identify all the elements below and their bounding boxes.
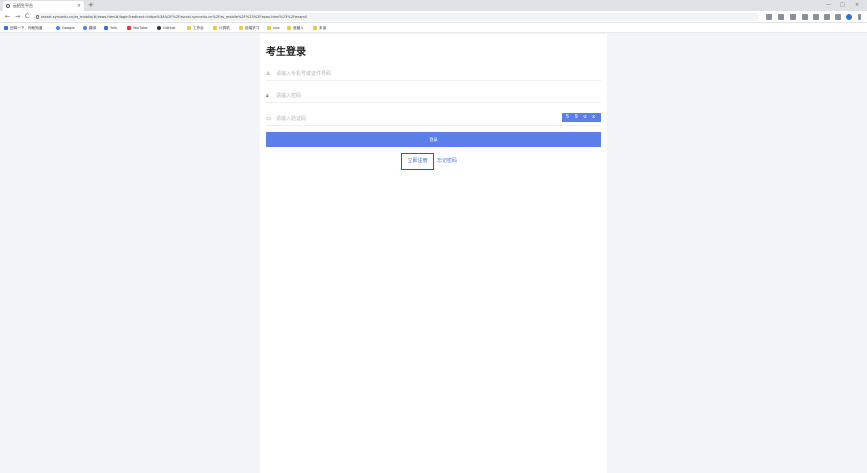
bookmark-item[interactable]: YouTube: [127, 23, 148, 33]
captcha-input[interactable]: 请输入验证码: [276, 115, 306, 122]
captcha-image[interactable]: 5 9 u x: [562, 113, 601, 122]
bookmark-folder[interactable]: 工作台: [187, 23, 204, 33]
folder-icon: [287, 26, 291, 30]
new-tab-button[interactable]: +: [88, 0, 94, 11]
google-icon: [56, 26, 60, 30]
sidebar-icon[interactable]: [835, 14, 841, 20]
bookmark-folder[interactable]: 收藏人: [287, 23, 304, 33]
address-url: zsrzxt.syncedu.cn/zs_mobile/#/zsws.html#…: [41, 15, 307, 19]
folder-icon: [187, 26, 191, 30]
bookmark-item[interactable]: 旧驿一下，你就知道: [4, 23, 42, 33]
address-toolbar: ← → C zsrzxt.syncedu.cn/zs_mobile/#/zsws…: [0, 11, 867, 23]
share-icon[interactable]: [778, 14, 784, 20]
forward-button[interactable]: →: [15, 12, 20, 22]
extension-icon[interactable]: [802, 14, 808, 20]
reload-button[interactable]: C: [25, 12, 29, 22]
bookmark-item[interactable]: GitHub: [157, 23, 175, 33]
page-title: 考生登录: [266, 47, 306, 58]
shield-icon: ▭: [266, 116, 271, 122]
maximize-button[interactable]: □: [840, 0, 845, 11]
login-button[interactable]: 登录: [266, 132, 601, 147]
menu-icon[interactable]: [858, 14, 861, 20]
login-panel: 考生登录 ♙ 请输入手机号或证件号码 🔒︎ 请输入密码 ▭ 请输入验证码 5 9…: [260, 34, 607, 473]
translate-icon[interactable]: [766, 14, 772, 20]
translate-icon: [83, 26, 87, 30]
back-button[interactable]: ←: [5, 12, 10, 22]
github-icon: [157, 26, 161, 30]
fox-extension-icon[interactable]: [813, 14, 819, 20]
account-input[interactable]: 请输入手机号或证件号码: [276, 70, 331, 77]
puzzle-icon[interactable]: [824, 14, 830, 20]
register-link[interactable]: 立即注册: [401, 153, 434, 170]
forgot-password-link[interactable]: 忘记密码: [437, 153, 457, 170]
bookmark-folder[interactable]: 计算机: [213, 23, 230, 33]
browser-tab-bar: 云招生平台 × + — □ ×: [0, 0, 867, 11]
bookmark-item[interactable]: 翻译: [83, 23, 96, 33]
folder-icon: [267, 26, 271, 30]
address-bar[interactable]: zsrzxt.syncedu.cn/zs_mobile/#/zsws.html#…: [34, 13, 759, 21]
browser-tab[interactable]: 云招生平台 ×: [3, 1, 84, 11]
bookmark-icon: [4, 26, 8, 30]
tab-close-icon[interactable]: ×: [77, 1, 81, 11]
folder-icon: [239, 26, 243, 30]
tab-favicon-icon: [6, 4, 10, 8]
profile-avatar-icon[interactable]: [846, 14, 852, 20]
star-icon[interactable]: [790, 14, 796, 20]
folder-icon: [213, 26, 217, 30]
captcha-field[interactable]: ▭ 请输入验证码 5 9 u x: [266, 112, 601, 126]
tab-title: 云招生平台: [13, 3, 33, 8]
lock-icon: [36, 15, 39, 19]
account-field[interactable]: ♙ 请输入手机号或证件号码: [266, 67, 601, 81]
folder-icon: [313, 26, 317, 30]
bookmark-folder[interactable]: 前端学习: [239, 23, 259, 33]
youtube-icon: [127, 26, 131, 30]
bookmarks-bar: 旧驿一下，你就知道 Google 翻译 Yuls YouTube GitHub …: [0, 23, 867, 33]
close-window-button[interactable]: ×: [855, 0, 859, 11]
bookmark-item[interactable]: Yuls: [104, 23, 117, 33]
minimize-button[interactable]: —: [826, 0, 831, 11]
password-input[interactable]: 请输入密码: [276, 92, 301, 99]
bookmark-folder[interactable]: vue: [267, 23, 280, 33]
bookmark-icon: [104, 26, 108, 30]
bookmark-item[interactable]: Google: [56, 23, 75, 33]
password-field[interactable]: 🔒︎ 请输入密码: [266, 89, 601, 103]
lock-icon: 🔒︎: [266, 93, 269, 99]
bookmark-folder[interactable]: 未读: [313, 23, 326, 33]
user-icon: ♙: [266, 71, 271, 77]
